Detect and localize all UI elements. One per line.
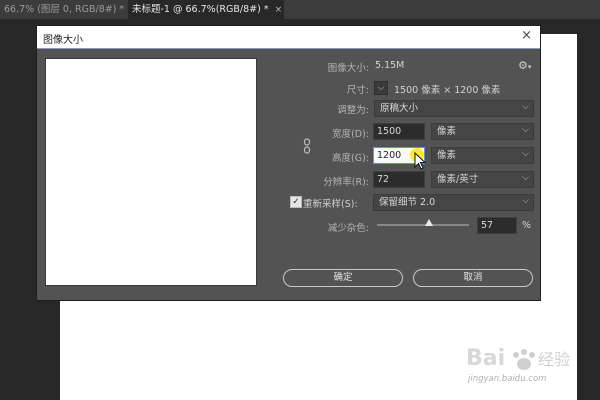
resolution-unit-select[interactable]: 像素/英寸 ⌵ bbox=[431, 171, 534, 188]
reduce-noise-unit: % bbox=[522, 220, 532, 231]
height-unit-value: 像素 bbox=[437, 150, 457, 161]
reduce-noise-slider[interactable] bbox=[377, 224, 469, 226]
image-preview[interactable] bbox=[45, 58, 257, 286]
width-unit-value: 像素 bbox=[437, 126, 457, 137]
watermark-url: jingyan.baidu.com bbox=[468, 374, 547, 384]
document-tab-2[interactable]: 未标题-1 @ 66.7%(RGB/8#) * × bbox=[128, 0, 284, 19]
resolution-input[interactable] bbox=[373, 171, 425, 188]
height-unit-select[interactable]: 像素 ⌵ bbox=[431, 147, 534, 164]
tab-label: 66.7% (图层 0, RGB/8#) * bbox=[4, 4, 125, 15]
watermark-text: Bai bbox=[466, 346, 505, 371]
ok-button[interactable]: 确定 bbox=[283, 269, 403, 287]
resolution-label: 分辨率(R): bbox=[323, 177, 369, 188]
reduce-noise-slider-thumb[interactable] bbox=[425, 219, 434, 226]
image-size-value: 5.15M bbox=[375, 60, 405, 71]
resample-value: 保留细节 2.0 bbox=[379, 197, 436, 208]
dialog-titlebar[interactable]: 图像大小 × bbox=[37, 26, 540, 49]
chevron-down-icon: ⌵ bbox=[522, 149, 529, 159]
fit-to-label: 调整为: bbox=[337, 105, 369, 116]
close-icon[interactable]: × bbox=[521, 29, 532, 43]
chevron-down-icon: ⌵ bbox=[522, 102, 529, 112]
mouse-cursor-icon bbox=[414, 152, 426, 170]
reduce-noise-input[interactable] bbox=[477, 217, 517, 234]
width-input[interactable] bbox=[373, 123, 425, 140]
baidu-watermark-logo: Bai 经验 bbox=[466, 346, 570, 371]
image-size-label: 图像大小: bbox=[327, 63, 369, 74]
resolution-unit-value: 像素/英寸 bbox=[437, 174, 479, 185]
width-label: 宽度(D): bbox=[332, 129, 369, 140]
dimensions-label: 尺寸: bbox=[346, 85, 369, 96]
document-tab-bar: 66.7% (图层 0, RGB/8#) *× 未标题-1 @ 66.7%(RG… bbox=[0, 0, 600, 19]
chevron-down-icon: ⌵ bbox=[522, 173, 529, 183]
gear-icon[interactable]: ⚙▾ bbox=[518, 59, 531, 72]
height-label: 高度(G): bbox=[332, 153, 369, 164]
chevron-down-icon: ⌵ bbox=[522, 125, 529, 135]
tab-close-icon[interactable]: × bbox=[275, 5, 283, 15]
chevron-down-icon: ⌵ bbox=[522, 196, 529, 206]
resample-checkbox[interactable]: ✓ bbox=[290, 196, 302, 208]
resample-label: 重新采样(S): bbox=[303, 199, 358, 210]
resample-select[interactable]: 保留细节 2.0 ⌵ bbox=[373, 194, 534, 211]
svg-text:经验: 经验 bbox=[538, 350, 570, 369]
tab-label: 未标题-1 @ 66.7%(RGB/8#) * bbox=[132, 4, 269, 15]
fit-to-value: 原稿大小 bbox=[380, 103, 419, 114]
reduce-noise-label: 减少杂色: bbox=[327, 223, 369, 234]
fit-to-select[interactable]: 原稿大小 ⌵ bbox=[374, 100, 534, 117]
chevron-down-icon[interactable]: ⌵ bbox=[374, 81, 388, 95]
document-tab-1[interactable]: 66.7% (图层 0, RGB/8#) *× bbox=[0, 0, 138, 19]
dimensions-value: 1500 像素 × 1200 像素 bbox=[394, 85, 501, 96]
cancel-button[interactable]: 取消 bbox=[413, 269, 533, 287]
image-size-dialog: 图像大小 × 图像大小: 5.15M ⚙▾ 尺寸: ⌵ 1500 像素 × 12… bbox=[36, 25, 541, 301]
width-unit-select[interactable]: 像素 ⌵ bbox=[431, 123, 534, 140]
dialog-title: 图像大小 bbox=[43, 35, 83, 46]
